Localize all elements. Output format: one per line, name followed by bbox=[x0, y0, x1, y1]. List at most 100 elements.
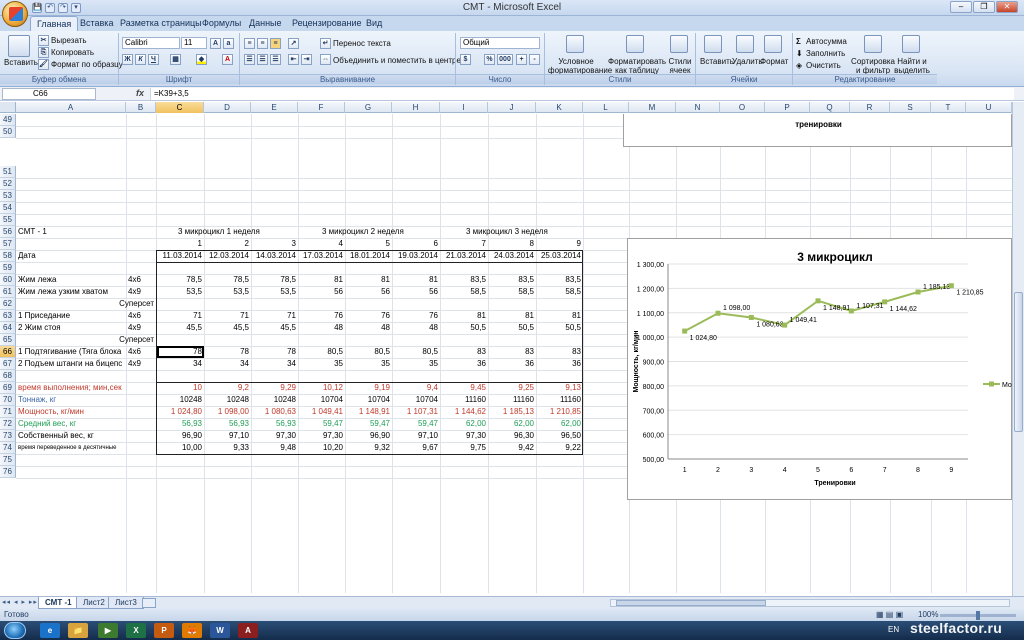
cell-r67-4[interactable]: 35 bbox=[298, 358, 345, 370]
column-header-k[interactable]: K bbox=[536, 102, 583, 113]
row-header-67[interactable]: 67 bbox=[0, 358, 16, 370]
row-header-70[interactable]: 70 bbox=[0, 394, 16, 406]
cell-r74-2[interactable]: 9,33 bbox=[204, 442, 251, 454]
cell-r64-7[interactable]: 50,5 bbox=[440, 322, 488, 334]
cell-r70-5[interactable]: 10704 bbox=[345, 394, 392, 406]
name-box[interactable]: C66 bbox=[2, 88, 96, 100]
cell-superset-65[interactable]: Суперсет bbox=[16, 334, 156, 346]
cell-label-63[interactable]: 1 Приседание bbox=[16, 310, 126, 322]
cell-r74-1[interactable]: 10,00 bbox=[156, 442, 204, 454]
sort-filter-button[interactable]: Сортировка и фильтр bbox=[850, 57, 896, 75]
row-header-64[interactable]: 64 bbox=[0, 322, 16, 334]
find-select-button[interactable]: Найти и выделить bbox=[892, 57, 932, 75]
firefox-icon[interactable]: 🦊 bbox=[182, 623, 202, 638]
select-all-button[interactable] bbox=[0, 102, 16, 113]
row-header-61[interactable]: 61 bbox=[0, 286, 16, 298]
cell-nums-9[interactable]: 9 bbox=[536, 238, 583, 250]
powerpoint-icon[interactable]: P bbox=[154, 623, 174, 638]
cell-sets-66[interactable]: 4х6 bbox=[126, 346, 156, 358]
cell-r67-1[interactable]: 34 bbox=[156, 358, 204, 370]
cell-r67-5[interactable]: 35 bbox=[345, 358, 392, 370]
zoom-slider[interactable] bbox=[940, 611, 1016, 620]
cell-dates-8[interactable]: 24.03.2014 bbox=[488, 250, 536, 262]
zoom-level[interactable]: 100% bbox=[918, 610, 938, 619]
format-painter-button[interactable]: Формат по образцу bbox=[51, 60, 123, 69]
cell-r71-9[interactable]: 1 210,85 bbox=[536, 406, 583, 418]
row-header-73[interactable]: 73 bbox=[0, 430, 16, 442]
cell-a73[interactable]: Собственный вес, кг bbox=[16, 430, 156, 442]
cell-a70[interactable]: Тоннаж, кг bbox=[16, 394, 156, 406]
cell-r73-8[interactable]: 96,30 bbox=[488, 430, 536, 442]
cell-dates-1[interactable]: 11.03.2014 bbox=[156, 250, 204, 262]
cell-r69-2[interactable]: 9,2 bbox=[204, 382, 251, 394]
row-header-60[interactable]: 60 bbox=[0, 274, 16, 286]
percent-button[interactable]: % bbox=[484, 54, 495, 65]
tab-formulas[interactable]: Формулы bbox=[196, 16, 247, 31]
cell-a69[interactable]: время выполнения; мин,сек bbox=[16, 382, 156, 394]
cell-r67-6[interactable]: 35 bbox=[392, 358, 440, 370]
sheet-tab-list2[interactable]: Лист2 bbox=[76, 597, 112, 609]
column-header-d[interactable]: D bbox=[204, 102, 251, 113]
cell-r69-7[interactable]: 9,45 bbox=[440, 382, 488, 394]
cell-r61-5[interactable]: 56 bbox=[345, 286, 392, 298]
cell-r71-7[interactable]: 1 144,62 bbox=[440, 406, 488, 418]
new-sheet-icon[interactable] bbox=[142, 598, 156, 608]
close-button[interactable]: ✕ bbox=[996, 1, 1018, 13]
cell-r63-5[interactable]: 76 bbox=[345, 310, 392, 322]
cell-r73-6[interactable]: 97,10 bbox=[392, 430, 440, 442]
cell-r61-7[interactable]: 58,5 bbox=[440, 286, 488, 298]
cell-label-64[interactable]: 2 Жим стоя bbox=[16, 322, 126, 334]
currency-icon[interactable]: $ bbox=[460, 54, 471, 65]
cell-mc1[interactable]: 3 микроцикл 1 неделя bbox=[176, 226, 306, 238]
merge-center-button[interactable]: Объединить и поместить в центре bbox=[333, 56, 461, 65]
cell-r60-2[interactable]: 78,5 bbox=[204, 274, 251, 286]
cell-r74-5[interactable]: 9,32 bbox=[345, 442, 392, 454]
row-header-59[interactable]: 59 bbox=[0, 262, 16, 274]
minimize-button[interactable]: – bbox=[950, 1, 972, 13]
cell-r72-7[interactable]: 62,00 bbox=[440, 418, 488, 430]
cell-nums-2[interactable]: 2 bbox=[204, 238, 251, 250]
cell-r70-6[interactable]: 10704 bbox=[392, 394, 440, 406]
align-top-icon[interactable]: ≡ bbox=[244, 38, 255, 49]
tab-home[interactable]: Главная bbox=[30, 16, 79, 31]
column-header-j[interactable]: J bbox=[488, 102, 536, 113]
office-button[interactable] bbox=[2, 1, 28, 27]
first-sheet-nav[interactable]: ◂◂ bbox=[2, 599, 11, 606]
cell-a72[interactable]: Средний вес, кг bbox=[16, 418, 156, 430]
cell-r69-4[interactable]: 10,12 bbox=[298, 382, 345, 394]
cell-sets-64[interactable]: 4х9 bbox=[126, 322, 156, 334]
media-icon[interactable]: ▶ bbox=[98, 623, 118, 638]
cell-r73-1[interactable]: 96,90 bbox=[156, 430, 204, 442]
cell-nums-8[interactable]: 8 bbox=[488, 238, 536, 250]
insert-function-icon[interactable]: fx bbox=[136, 88, 144, 98]
row-header-55[interactable]: 55 bbox=[0, 214, 16, 226]
align-middle-icon[interactable]: ≡ bbox=[257, 38, 268, 49]
row-header-71[interactable]: 71 bbox=[0, 406, 16, 418]
access-icon[interactable]: A bbox=[238, 623, 258, 638]
cell-r70-2[interactable]: 10248 bbox=[204, 394, 251, 406]
cell-r70-7[interactable]: 11160 bbox=[440, 394, 488, 406]
row-header-50[interactable]: 50 bbox=[0, 126, 16, 138]
column-header-a[interactable]: A bbox=[16, 102, 126, 113]
orientation-icon[interactable]: ↗ bbox=[288, 38, 299, 49]
cell-r73-7[interactable]: 97,30 bbox=[440, 430, 488, 442]
row-header-65[interactable]: 65 bbox=[0, 334, 16, 346]
align-left-icon[interactable]: ☰ bbox=[244, 54, 255, 65]
cell-r69-8[interactable]: 9,25 bbox=[488, 382, 536, 394]
cell-r70-9[interactable]: 11160 bbox=[536, 394, 583, 406]
cell-r71-4[interactable]: 1 049,41 bbox=[298, 406, 345, 418]
chart-top-fragment[interactable]: тренировки bbox=[623, 114, 1012, 147]
cell-r72-8[interactable]: 62,00 bbox=[488, 418, 536, 430]
cell-r61-1[interactable]: 53,5 bbox=[156, 286, 204, 298]
decrease-indent-icon[interactable]: ⇤ bbox=[288, 54, 299, 65]
row-header-51[interactable]: 51 bbox=[0, 166, 16, 178]
column-header-l[interactable]: L bbox=[583, 102, 629, 113]
cell-r67-3[interactable]: 34 bbox=[251, 358, 298, 370]
cell-dates-6[interactable]: 19.03.2014 bbox=[392, 250, 440, 262]
cell-r72-2[interactable]: 56,93 bbox=[204, 418, 251, 430]
cell-r70-3[interactable]: 10248 bbox=[251, 394, 298, 406]
cell-r66-5[interactable]: 80,5 bbox=[345, 346, 392, 358]
cell-r64-3[interactable]: 45,5 bbox=[251, 322, 298, 334]
cell-dates-5[interactable]: 18.01.2014 bbox=[345, 250, 392, 262]
increase-indent-icon[interactable]: ⇥ bbox=[301, 54, 312, 65]
